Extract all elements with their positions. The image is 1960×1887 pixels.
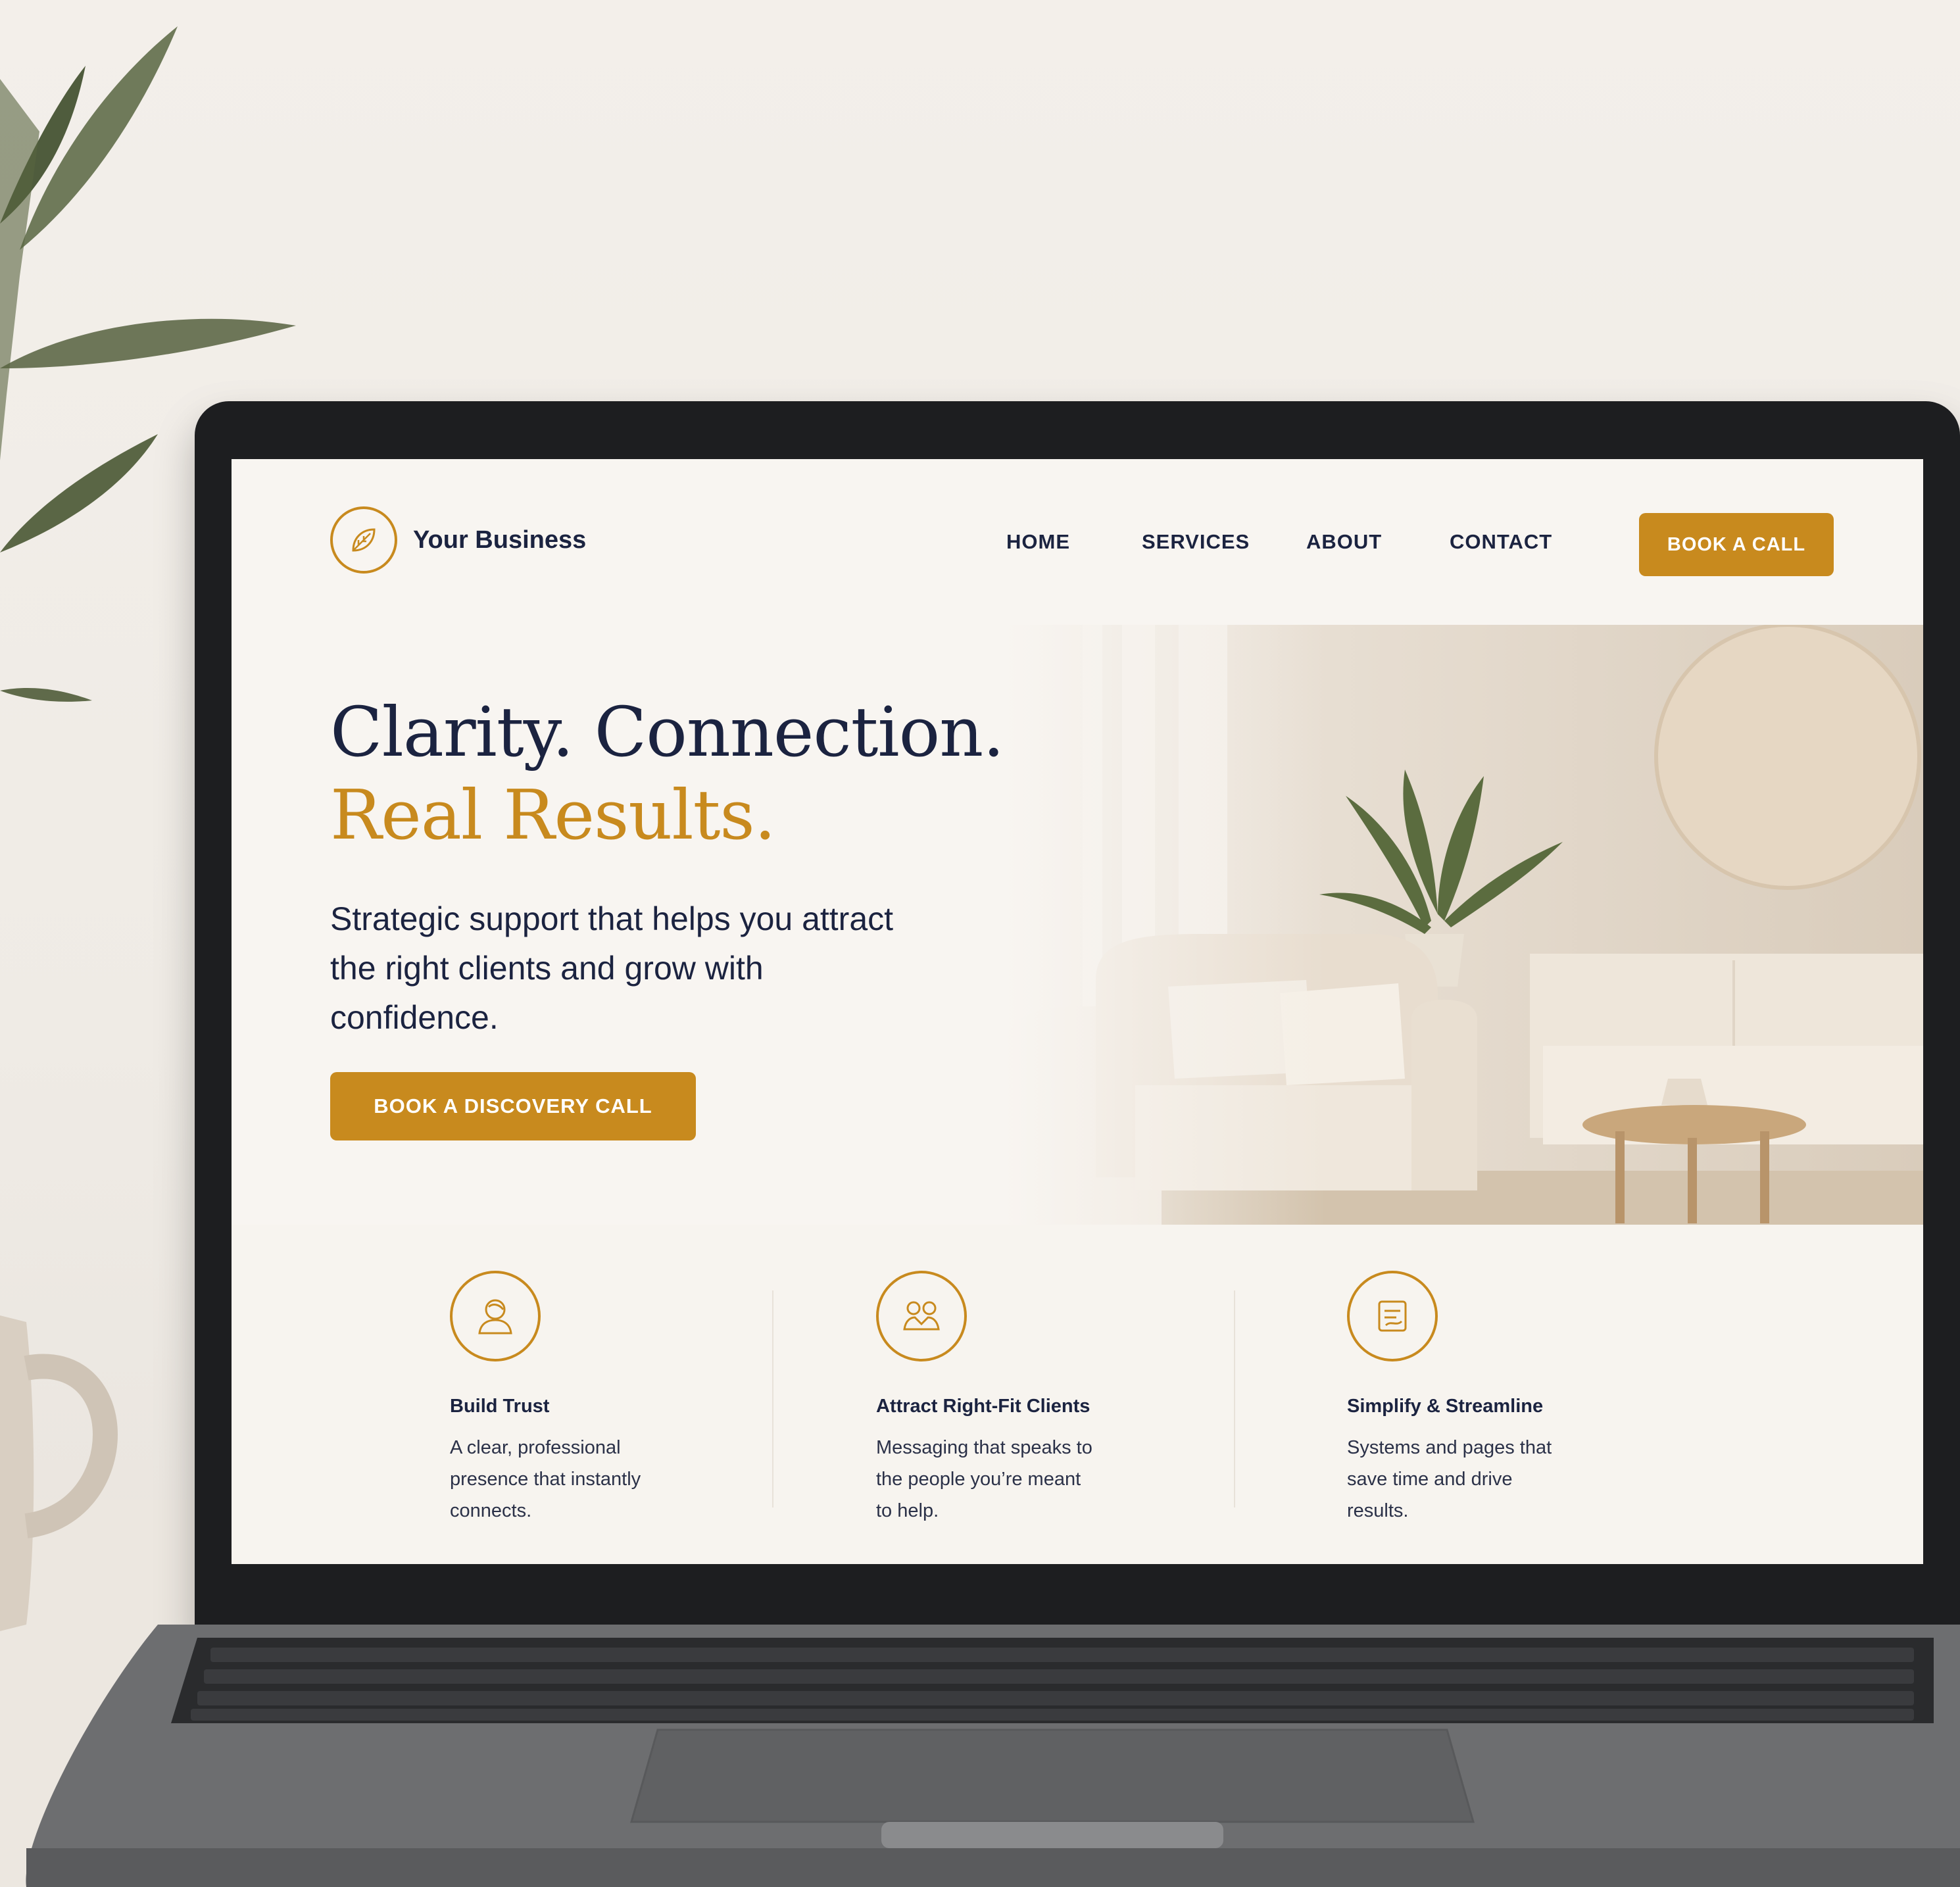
logo[interactable]: Your Business: [330, 506, 586, 574]
feature-card: Build Trust A clear, professional presen…: [450, 1271, 726, 1527]
divider: [772, 1290, 773, 1507]
hero-title-line2: Real Results.: [330, 775, 776, 855]
features-section: Build Trust A clear, professional presen…: [232, 1225, 1923, 1564]
people-connect-icon: [876, 1271, 967, 1361]
nav-services[interactable]: SERVICES: [1142, 530, 1250, 554]
book-a-call-button[interactable]: BOOK A CALL: [1639, 513, 1834, 576]
hero-subtitle: Strategic support that helps you attract…: [330, 900, 894, 1036]
feature-desc: A clear, professional presence that inst…: [450, 1437, 641, 1521]
site-header: Your Business HOME SERVICES ABOUT CONTAC…: [232, 459, 1923, 625]
nav-contact[interactable]: CONTACT: [1450, 530, 1552, 554]
feature-desc: Systems and pages that save time and dri…: [1347, 1437, 1552, 1521]
browser-screen: Your Business HOME SERVICES ABOUT CONTAC…: [232, 459, 1923, 1564]
living-room-photo: [1004, 625, 1923, 1225]
laptop-keyboard-base: [26, 1625, 1960, 1887]
streamline-icon: [1347, 1271, 1438, 1361]
feature-title: Simplify & Streamline: [1347, 1396, 1544, 1417]
hero-section: Clarity. Connection. Real Results. Strat…: [232, 625, 1923, 1225]
person-icon: [450, 1271, 541, 1361]
feature-card: Simplify & Streamline Systems and pages …: [1347, 1271, 1623, 1527]
nav-about[interactable]: ABOUT: [1306, 530, 1382, 554]
hero-title-line1: Clarity. Connection.: [330, 692, 1004, 772]
feature-title: Build Trust: [450, 1396, 550, 1417]
nav-home[interactable]: HOME: [1006, 530, 1070, 554]
feature-card: Attract Right-Fit Clients Messaging that…: [876, 1271, 1152, 1527]
divider: [1234, 1290, 1235, 1507]
feature-desc: Messaging that speaks to the people you’…: [876, 1437, 1092, 1521]
hero-title: Clarity. Connection. Real Results.: [330, 691, 1004, 856]
feature-title: Attract Right-Fit Clients: [876, 1396, 1090, 1417]
book-discovery-call-button[interactable]: BOOK A DISCOVERY CALL: [330, 1072, 696, 1140]
leaf-icon: [330, 506, 397, 574]
logo-text: Your Business: [413, 526, 587, 554]
